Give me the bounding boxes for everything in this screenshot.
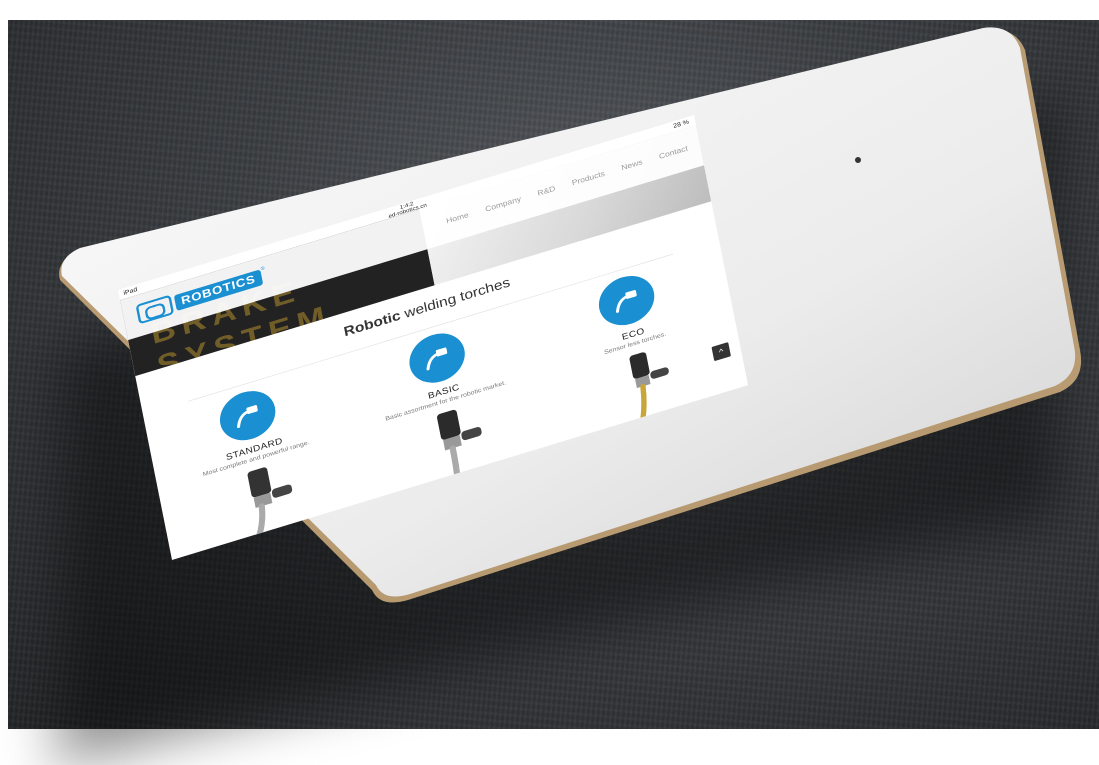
nav-company[interactable]: Company xyxy=(485,195,522,214)
ed-logo-icon xyxy=(135,294,175,325)
scroll-top-button[interactable]: ^ xyxy=(711,342,731,362)
nav-rnd[interactable]: R&D xyxy=(537,185,556,198)
nav-products[interactable]: Products xyxy=(571,170,605,188)
nav-contact[interactable]: Contact xyxy=(658,144,688,160)
registered-mark: ® xyxy=(260,266,266,272)
camera-dot xyxy=(855,157,861,163)
nav-home[interactable]: Home xyxy=(446,211,470,225)
nav-news[interactable]: News xyxy=(621,158,643,172)
section-title-bold: Robotic xyxy=(342,308,402,340)
